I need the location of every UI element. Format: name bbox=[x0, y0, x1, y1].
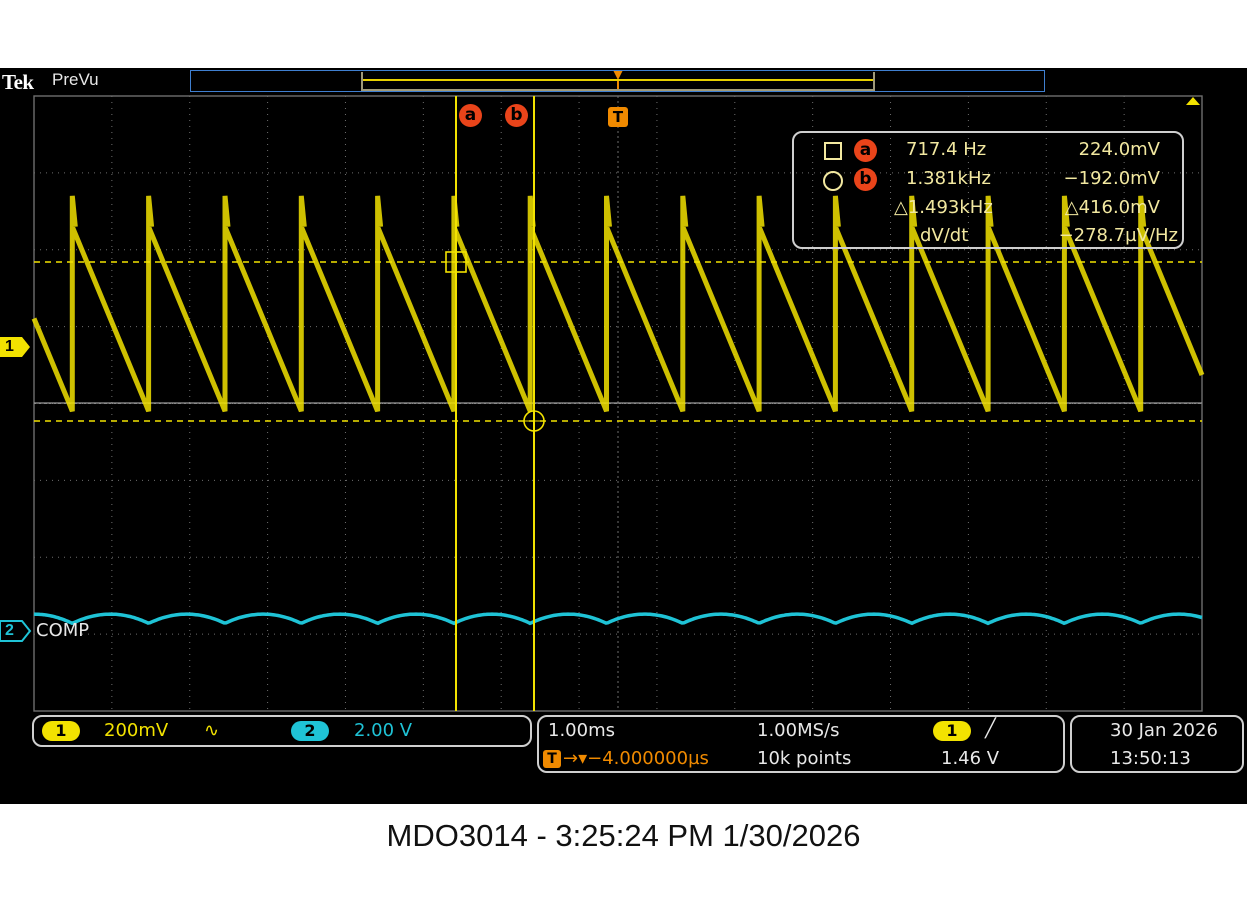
trigger-level-arrow[interactable] bbox=[1186, 97, 1200, 105]
slope-value: −278.7µV/Hz bbox=[1058, 225, 1178, 246]
trigger-position-badge[interactable]: T bbox=[608, 107, 628, 127]
ch1-badge[interactable]: 1 bbox=[42, 721, 80, 741]
timebase-trigger-panel[interactable]: 1.00ms 1.00MS/s 1 ╱ T →▾−4.000000µs 10k … bbox=[537, 715, 1065, 773]
ch1-coupling-icon: ∿ bbox=[204, 720, 220, 741]
cursor-a-voltage: 224.0mV bbox=[1078, 139, 1160, 160]
delta-voltage: △416.0mV bbox=[1064, 197, 1160, 218]
readout-cursor-b-badge: b bbox=[854, 168, 877, 191]
horizontal-position[interactable]: →▾−4.000000µs bbox=[563, 748, 709, 769]
ch1-marker-label: 1 bbox=[5, 338, 14, 355]
brand-logo: Tek bbox=[2, 70, 34, 94]
cursor-a-badge[interactable]: a bbox=[459, 104, 482, 127]
acquisition-mode: PreVu bbox=[52, 70, 99, 89]
cursor-a-frequency: 717.4 Hz bbox=[906, 139, 987, 160]
cursor-readout-panel: a 717.4 Hz 224.0mV b 1.381kHz −192.0mV △… bbox=[792, 131, 1184, 249]
ch2-scale[interactable]: 2.00 V bbox=[354, 720, 412, 741]
trigger-position-icon: T bbox=[543, 750, 561, 768]
channel-settings-panel[interactable]: 1 200mV ∿ 2 2.00 V bbox=[32, 715, 532, 747]
ch1-scale[interactable]: 200mV bbox=[104, 720, 168, 741]
sample-rate: 1.00MS/s bbox=[757, 720, 840, 741]
date-display: 30 Jan 2026 bbox=[1110, 720, 1218, 741]
circle-icon bbox=[823, 171, 843, 191]
delta-frequency: △1.493kHz bbox=[894, 197, 993, 218]
ch2-badge[interactable]: 2 bbox=[291, 721, 329, 741]
channel-markers bbox=[0, 337, 32, 642]
cursor-b-voltage: −192.0mV bbox=[1063, 168, 1160, 189]
ch2-label: COMP bbox=[36, 620, 90, 641]
readout-cursor-a-badge: a bbox=[854, 139, 877, 162]
trigger-source-badge[interactable]: 1 bbox=[933, 721, 971, 741]
slope-label: dV/dt bbox=[920, 225, 969, 246]
timebase-scale[interactable]: 1.00ms bbox=[548, 720, 615, 741]
trigger-level[interactable]: 1.46 V bbox=[941, 748, 999, 769]
ch2-marker-label: 2 bbox=[5, 622, 14, 639]
cursor-b-frequency: 1.381kHz bbox=[906, 168, 991, 189]
screenshot-caption: MDO3014 - 3:25:24 PM 1/30/2026 bbox=[386, 818, 861, 853]
datetime-panel: 30 Jan 2026 13:50:13 bbox=[1070, 715, 1244, 773]
record-view-window[interactable] bbox=[361, 72, 875, 91]
cursor-b-badge[interactable]: b bbox=[505, 104, 528, 127]
square-icon bbox=[824, 142, 842, 160]
time-display: 13:50:13 bbox=[1110, 748, 1191, 769]
record-length[interactable]: 10k points bbox=[757, 748, 851, 769]
rising-edge-icon: ╱ bbox=[985, 718, 996, 739]
